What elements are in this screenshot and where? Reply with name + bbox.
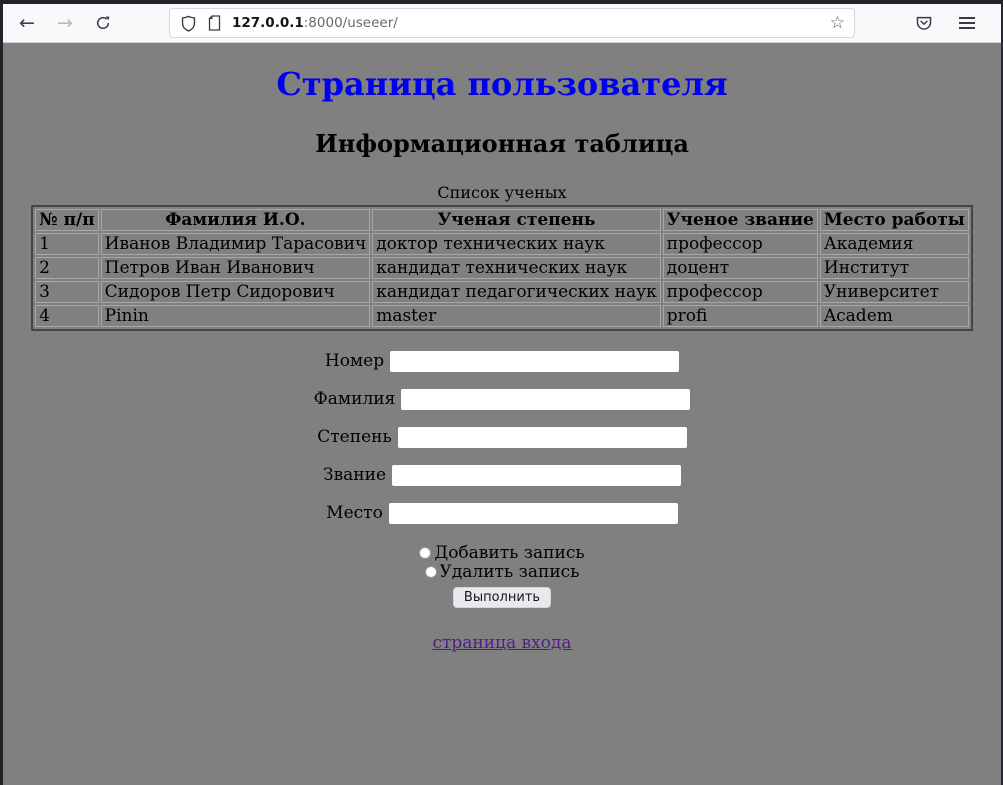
table-row: 3 Сидоров Петр Сидорович кандидат педаго…	[35, 281, 969, 303]
action-radio-group: Добавить запись Удалить запись	[3, 544, 1001, 582]
field-row-degree: Степень	[3, 427, 1001, 448]
scientists-table: № п/п Фамилия И.О. Ученая степень Ученое…	[31, 205, 973, 331]
url-path: :8000/useeer/	[304, 15, 398, 31]
page-title: Страница пользователя	[3, 68, 1001, 102]
surname-label: Фамилия	[314, 389, 396, 409]
cell-workplace: Academ	[820, 305, 969, 327]
cell-number: 4	[35, 305, 99, 327]
degree-label: Степень	[317, 427, 391, 447]
pocket-icon[interactable]	[915, 14, 933, 32]
browser-window: ← →	[0, 0, 1003, 785]
login-page-link[interactable]: страница входа	[432, 633, 571, 653]
reload-icon	[95, 15, 111, 31]
header-rank: Ученое звание	[663, 209, 818, 231]
place-label: Место	[326, 503, 383, 523]
page-subtitle: Информационная таблица	[3, 129, 1001, 158]
cell-degree: master	[372, 305, 661, 327]
field-row-place: Место	[3, 503, 1001, 524]
reload-button[interactable]	[89, 9, 117, 37]
cell-workplace: Академия	[820, 233, 969, 255]
cell-degree: кандидат педагогических наук	[372, 281, 661, 303]
login-link-row: страница входа	[3, 633, 1001, 653]
url-host: 127.0.0.1	[232, 15, 304, 31]
arrow-left-icon: ←	[19, 12, 35, 34]
number-label: Номер	[325, 351, 384, 371]
bookmark-star-icon[interactable]: ☆	[830, 15, 845, 32]
cell-rank: profi	[663, 305, 818, 327]
cell-name: Иванов Владимир Тарасович	[101, 233, 371, 255]
table-row: 4 Pinin master profi Academ	[35, 305, 969, 327]
header-degree: Ученая степень	[372, 209, 661, 231]
surname-input[interactable]	[401, 389, 690, 410]
cell-rank: доцент	[663, 257, 818, 279]
nav-button-group: ← →	[13, 9, 117, 37]
cell-workplace: Институт	[820, 257, 969, 279]
cell-name: Петров Иван Иванович	[101, 257, 371, 279]
cell-name: Pinin	[101, 305, 371, 327]
menu-button[interactable]	[955, 11, 979, 35]
page-content: Страница пользователя Информационная таб…	[3, 43, 1001, 785]
header-name: Фамилия И.О.	[101, 209, 371, 231]
table-caption: Список ученых	[3, 183, 1001, 202]
rank-label: Звание	[323, 465, 386, 485]
cell-degree: доктор технических наук	[372, 233, 661, 255]
cell-number: 1	[35, 233, 99, 255]
radio-option-delete[interactable]: Удалить запись	[3, 563, 1001, 582]
delete-record-radio[interactable]	[425, 566, 437, 578]
shield-icon[interactable]	[180, 15, 197, 32]
degree-input[interactable]	[398, 427, 687, 448]
hamburger-icon	[959, 17, 975, 19]
cell-number: 2	[35, 257, 99, 279]
radio-option-add[interactable]: Добавить запись	[3, 544, 1001, 563]
cell-rank: профессор	[663, 233, 818, 255]
cell-degree: кандидат технических наук	[372, 257, 661, 279]
table-row: 1 Иванов Владимир Тарасович доктор техни…	[35, 233, 969, 255]
cell-number: 3	[35, 281, 99, 303]
browser-toolbar: ← →	[3, 4, 1001, 43]
table-row: 2 Петров Иван Иванович кандидат техничес…	[35, 257, 969, 279]
page-icon	[207, 15, 222, 31]
place-input[interactable]	[389, 503, 678, 524]
field-row-rank: Звание	[3, 465, 1001, 486]
record-form: Номер Фамилия Степень Звание Место	[3, 351, 1001, 608]
back-button[interactable]: ←	[13, 9, 41, 37]
cell-name: Сидоров Петр Сидорович	[101, 281, 371, 303]
execute-button[interactable]: Выполнить	[453, 587, 551, 608]
url-bar[interactable]: 127.0.0.1:8000/useeer/ ☆	[169, 8, 855, 38]
add-record-radio[interactable]	[419, 547, 431, 559]
arrow-right-icon: →	[57, 12, 73, 34]
number-input[interactable]	[390, 351, 679, 372]
cell-workplace: Университет	[820, 281, 969, 303]
forward-button[interactable]: →	[51, 9, 79, 37]
field-row-surname: Фамилия	[3, 389, 1001, 410]
delete-record-label: Удалить запись	[440, 562, 580, 582]
add-record-label: Добавить запись	[434, 543, 584, 563]
header-number: № п/п	[35, 209, 99, 231]
url-text: 127.0.0.1:8000/useeer/	[232, 15, 398, 31]
field-row-number: Номер	[3, 351, 1001, 372]
cell-rank: профессор	[663, 281, 818, 303]
table-header-row: № п/п Фамилия И.О. Ученая степень Ученое…	[35, 209, 969, 231]
header-workplace: Место работы	[820, 209, 969, 231]
rank-input[interactable]	[392, 465, 681, 486]
